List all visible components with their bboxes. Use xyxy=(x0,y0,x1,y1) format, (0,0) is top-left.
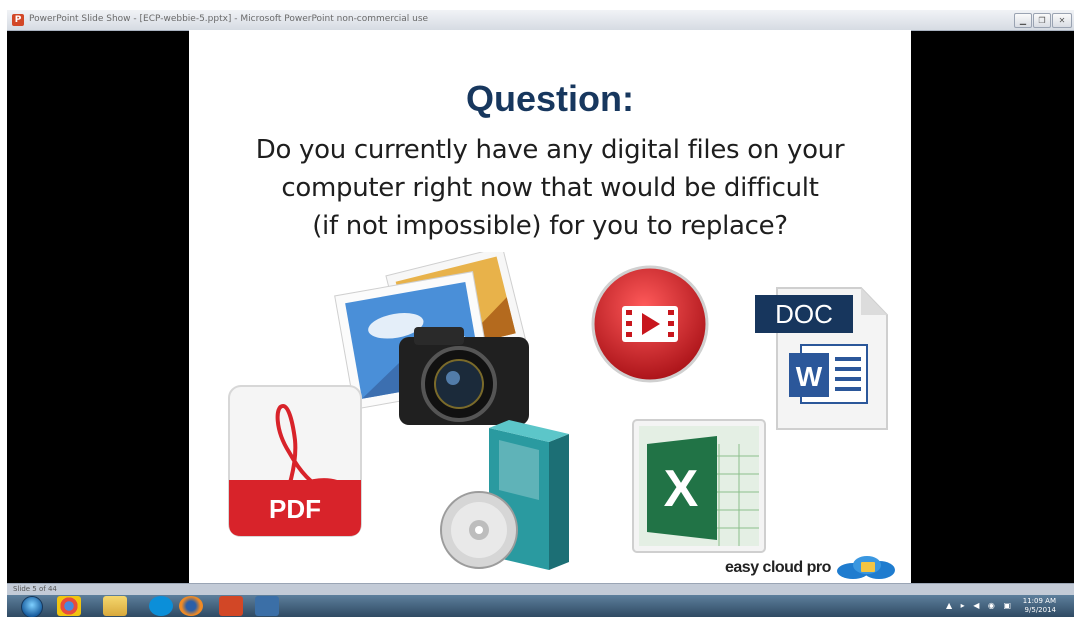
doc-label: DOC xyxy=(775,299,833,329)
word-letter: W xyxy=(796,361,823,392)
question-line-1: Do you currently have any digital files … xyxy=(255,135,845,165)
minimize-icon[interactable]: ▁ xyxy=(1014,13,1032,28)
doc-file-icon: DOC W xyxy=(749,283,889,433)
brand-text: easy cloud pro xyxy=(725,559,831,577)
snowflake-icon[interactable] xyxy=(255,596,279,616)
excel-letter: X xyxy=(664,460,699,518)
firefox-icon[interactable] xyxy=(179,596,203,616)
question-line-3: (if not impossible) for you to replace? xyxy=(312,211,788,241)
slide[interactable]: Question: Do you currently have any digi… xyxy=(189,30,911,583)
start-button[interactable] xyxy=(21,596,43,617)
question-line-2: computer right now that would be difficu… xyxy=(281,173,819,203)
clock-time[interactable]: 11:09 AM xyxy=(1023,597,1056,605)
powerpoint-icon[interactable] xyxy=(219,596,243,616)
system-tray[interactable]: ▲ ▸ ◀ ◉ ▣ xyxy=(946,601,1014,610)
powerpoint-app-icon: P xyxy=(12,14,24,26)
taskbar: ▲ ▸ ◀ ◉ ▣ 11:09 AM 9/5/2014 xyxy=(7,595,1074,617)
pdf-file-icon: PDF xyxy=(225,382,365,542)
pdf-label: PDF xyxy=(269,494,321,524)
easy-cloud-pro-logo: easy cloud pro xyxy=(725,556,897,580)
slide-title: Question: xyxy=(466,78,634,119)
excel-file-icon: X xyxy=(629,416,769,556)
close-icon[interactable]: ✕ xyxy=(1052,13,1072,28)
video-play-icon xyxy=(590,264,710,384)
window-title: PowerPoint Slide Show - [ECP-webbie-5.pp… xyxy=(29,14,429,24)
cloud-icon xyxy=(836,556,895,579)
folder-icon[interactable] xyxy=(103,596,127,616)
clock-date[interactable]: 9/5/2014 xyxy=(1025,606,1056,614)
title-bar: P PowerPoint Slide Show - [ECP-webbie-5.… xyxy=(7,10,1074,31)
software-disc-icon xyxy=(439,420,589,580)
restore-icon[interactable]: ❐ xyxy=(1033,13,1051,28)
chrome-icon[interactable] xyxy=(57,596,81,616)
skype-icon[interactable] xyxy=(149,596,173,616)
slide-counter: Slide 5 of 44 xyxy=(13,585,57,593)
slideshow-window: P PowerPoint Slide Show - [ECP-webbie-5.… xyxy=(7,10,1074,617)
